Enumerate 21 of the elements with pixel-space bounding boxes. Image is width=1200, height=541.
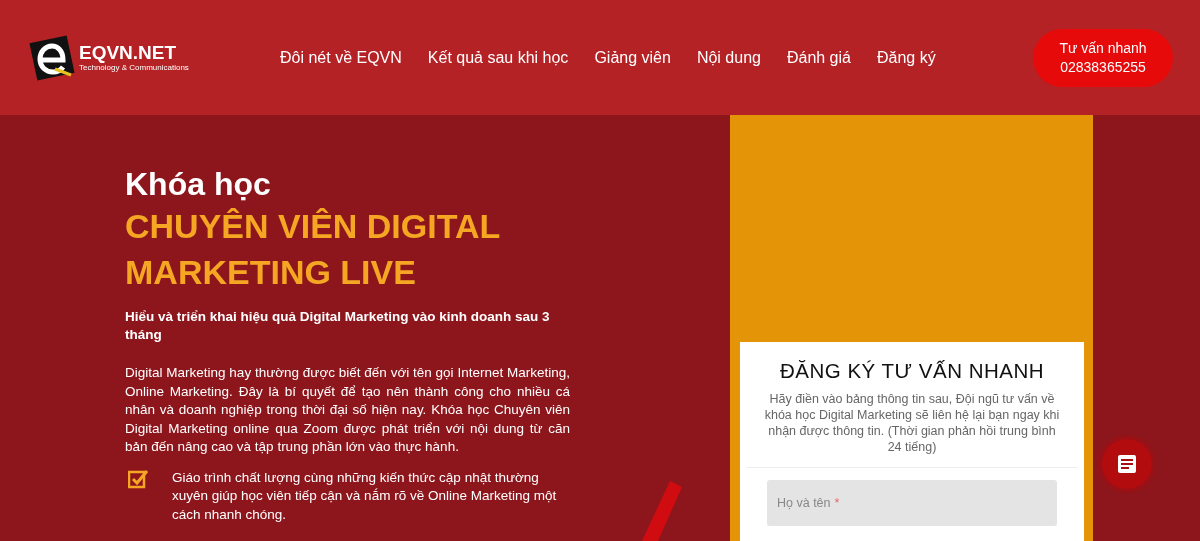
- hotline-button[interactable]: Tư vấn nhanh 02838365255: [1033, 28, 1173, 87]
- nav-link[interactable]: Kết quả sau khi học: [427, 48, 569, 67]
- note-icon: [1118, 455, 1136, 473]
- nav-link[interactable]: Đôi nét về EQVN: [280, 48, 402, 67]
- swoosh-decoration: [642, 481, 682, 541]
- hero-title-line: CHUYÊN VIÊN DIGITAL: [125, 206, 502, 247]
- nav-link[interactable]: Đăng ký: [876, 48, 936, 67]
- form-title: ĐĂNG KÝ TƯ VẤN NHANH: [778, 358, 1046, 383]
- hero-eyebrow: Khóa học: [125, 165, 272, 203]
- hero-description: Digital Marketing hay thường được biết đến với tên gọi Internet Marketing, Online Marketing. Đây là bí quyết để tạo nên thành công cho nhiều cá nhân và doanh nghiệp trong thời đại số hiện nay. Khóa học Chuyên viên Digital Marketing online qua Zoom được phát triển với nội dung từ căn bản đến nâng cao và tập trung phần lớn vào thực hành.: [125, 364, 570, 456]
- nav-link[interactable]: Giảng viên: [594, 48, 671, 67]
- form-intro: Hãy điền vào bảng thông tin sau, Đội ngũ tư vấn về khóa học Digital Marketing sẽ liên hệ lại bạn ngay khi nhận được thông tin. (Thời gian phản hồi trung bình 24 tiếng): [763, 391, 1061, 455]
- logo[interactable]: EQVN.NET Technology & Communications: [27, 32, 259, 83]
- feature-text: Giáo trình chất lượng cùng những kiến thức cập nhật thường xuyên giúp học viên tiếp cận và nắm rõ về Online Marketing một cách nhanh chóng.: [172, 468, 558, 524]
- chat-button[interactable]: [1102, 439, 1152, 489]
- nav-link[interactable]: Đánh giá: [786, 48, 851, 67]
- logo-tagline: Technology & Communications: [79, 63, 189, 72]
- logo-name: EQVN.NET: [79, 43, 178, 63]
- hero-title-line: MARKETING LIVE: [125, 252, 417, 293]
- nav-link[interactable]: Nội dung: [696, 48, 761, 67]
- hero-subtitle: Hiểu và triển khai hiệu quả Digital Marketing vào kinh doanh sau 3 tháng: [125, 308, 551, 344]
